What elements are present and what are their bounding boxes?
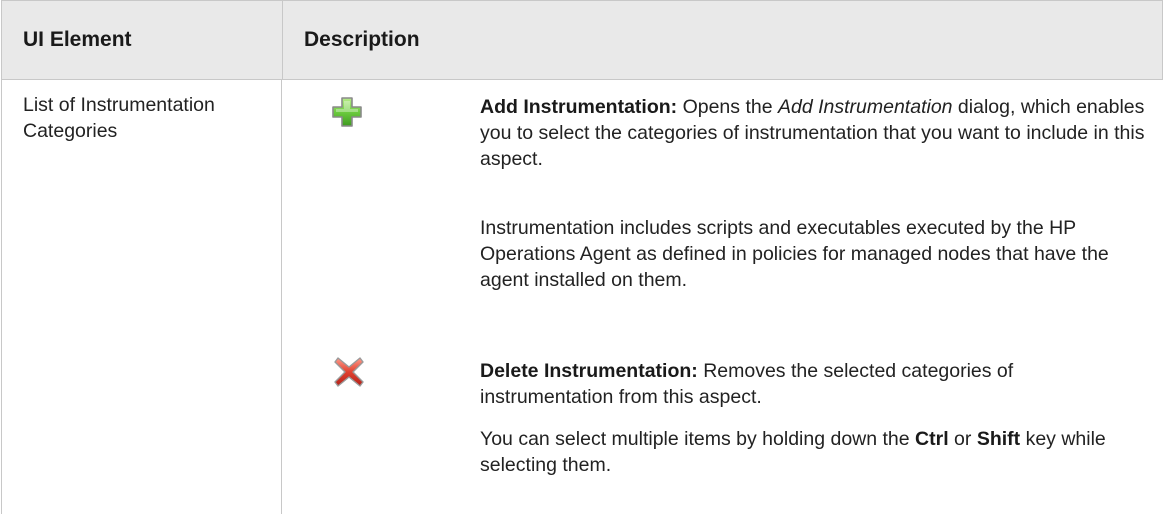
table-left-border (1, 80, 2, 514)
header-description: Description (304, 28, 420, 51)
add-instrumentation-note: Instrumentation includes scripts and exe… (480, 217, 1109, 291)
add-dialog-name: Add Instrumentation (777, 96, 953, 118)
column-divider (281, 80, 282, 514)
table-header: UI Element Description (1, 0, 1163, 80)
shift-key: Shift (976, 428, 1021, 450)
note-part2: or (948, 428, 977, 450)
delete-instrumentation-title: Delete Instrumentation: (480, 360, 698, 382)
header-divider (282, 1, 283, 79)
add-instrumentation-description: Add Instrumentation: Opens the Add Instr… (480, 94, 1150, 172)
ui-element-cell: List of Instrumentation Categories (23, 94, 215, 142)
red-x-icon (332, 355, 366, 389)
ui-element-table: UI Element Description List of Instrumen… (1, 0, 1163, 514)
delete-instrumentation-note: You can select multiple items by holding… (480, 426, 1150, 478)
delete-instrumentation-description: Delete Instrumentation: Removes the sele… (480, 358, 1150, 410)
add-instrumentation-title: Add Instrumentation: (480, 96, 678, 118)
document-page: UI Element Description List of Instrumen… (0, 0, 1164, 514)
green-plus-icon (330, 95, 364, 129)
ctrl-key: Ctrl (915, 428, 949, 450)
header-ui-element: UI Element (23, 28, 132, 51)
note-part1: You can select multiple items by holding… (480, 428, 916, 450)
add-text-before: Opens the (677, 96, 778, 118)
